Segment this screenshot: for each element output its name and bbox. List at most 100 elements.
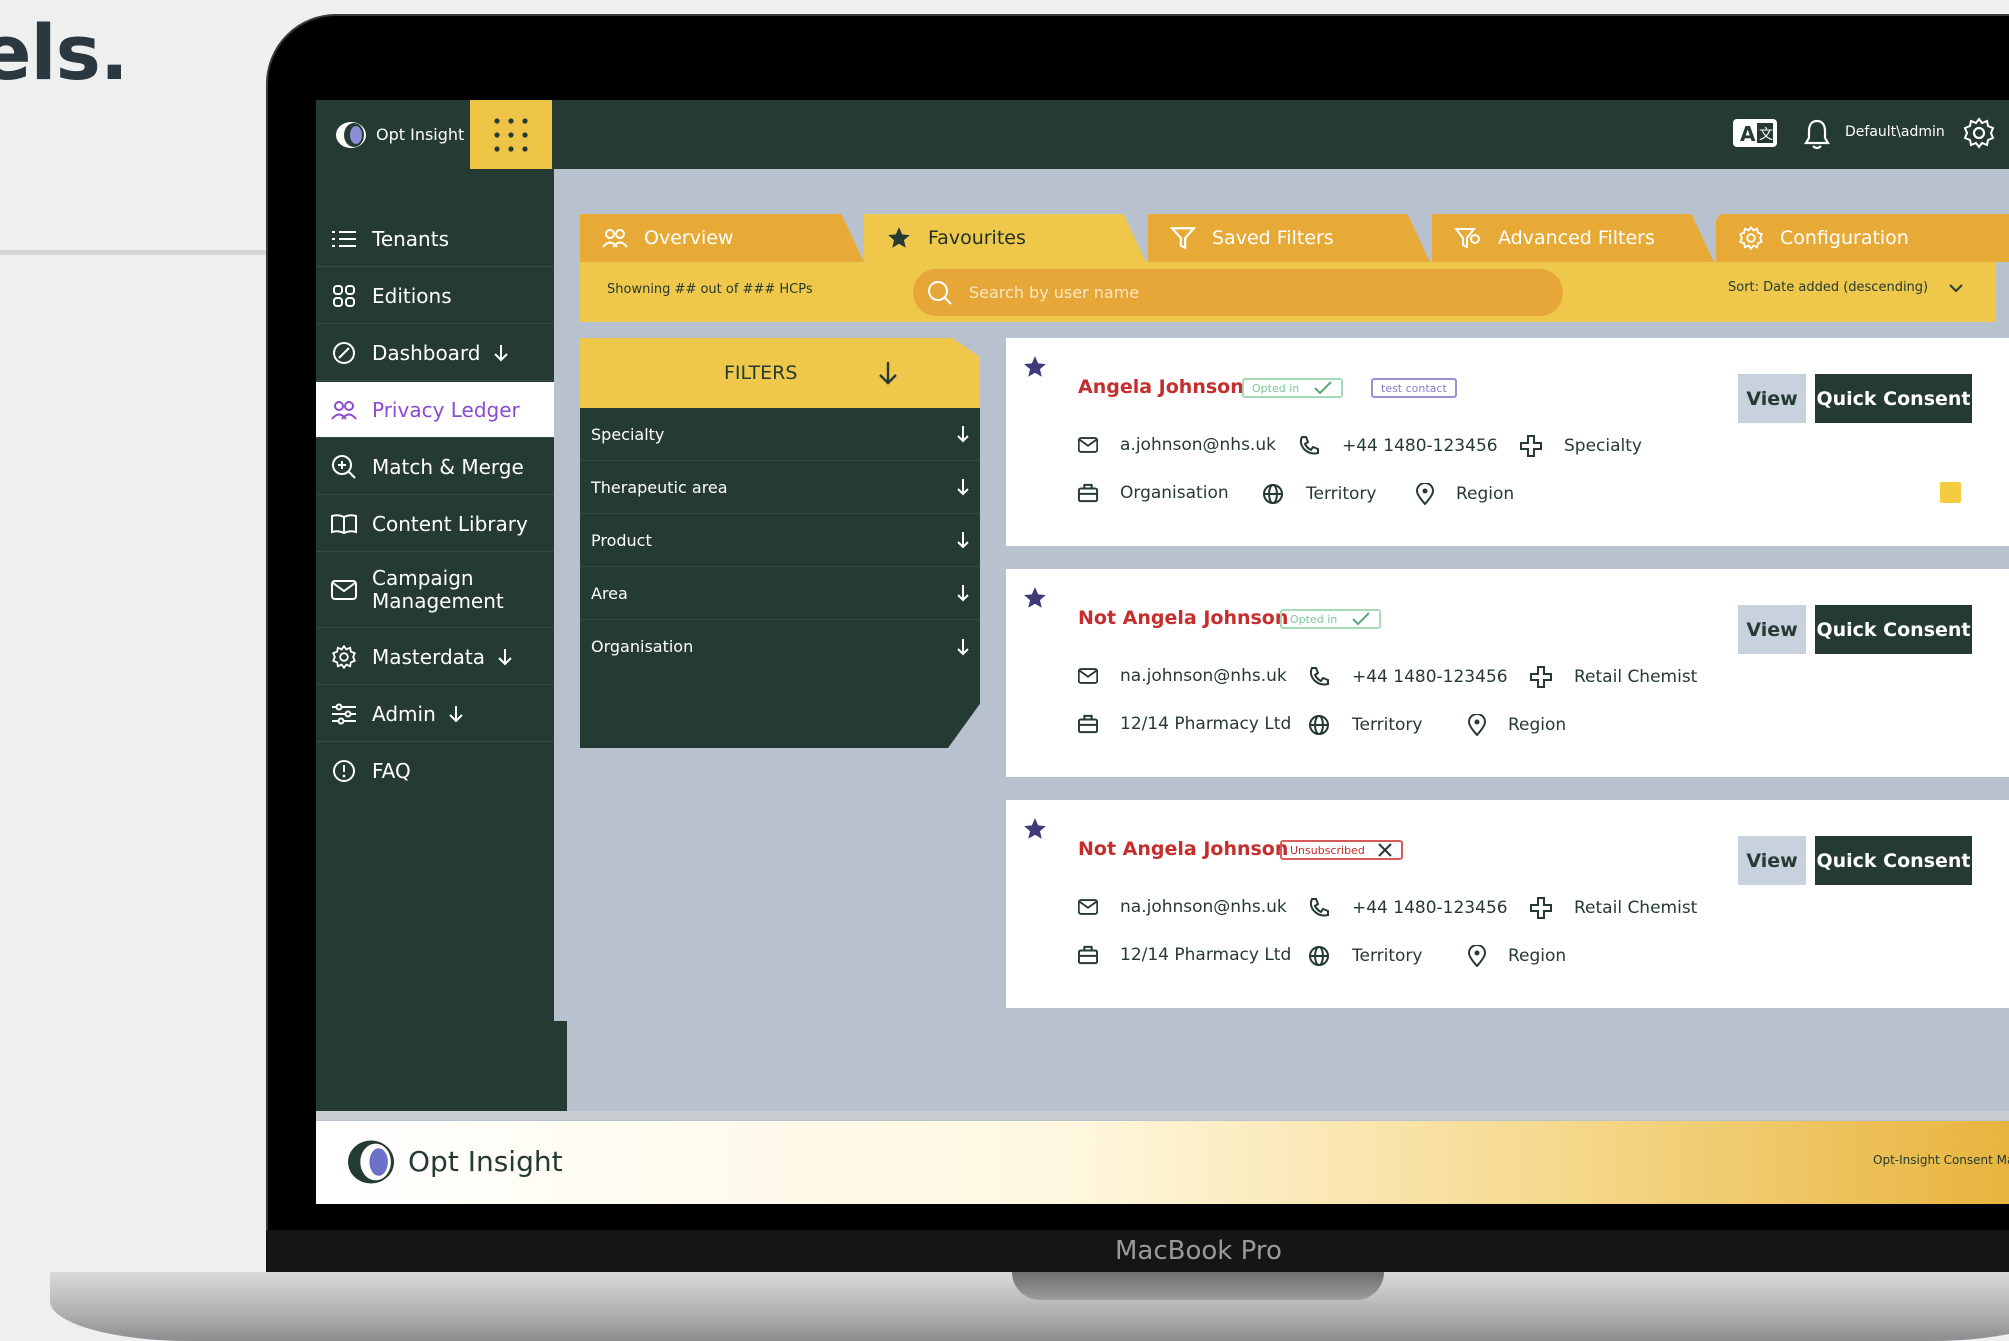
filter-settings-icon <box>1454 228 1480 249</box>
sidebar-item-match-merge[interactable]: Match & Merge <box>316 439 554 495</box>
filters-list: Specialty Therapeutic area Product Area … <box>580 408 980 748</box>
user-name[interactable]: Default\admin <box>1845 124 1945 140</box>
location-pin-icon <box>1416 483 1434 505</box>
app-logo[interactable]: Opt Insight <box>316 100 468 169</box>
app-launcher-button[interactable] <box>470 100 552 169</box>
tag-badge: test contact <box>1371 378 1457 398</box>
filter-label: Product <box>591 530 652 550</box>
contact-card: Angela Johnson Opted in test contact a.j… <box>1006 338 2009 546</box>
dots-grid-icon <box>494 117 528 152</box>
contact-region: Region <box>1468 945 1566 967</box>
sidebar-item-content-library[interactable]: Content Library <box>316 496 554 552</box>
laptop-brand: MacBook Pro <box>1115 1236 1282 1266</box>
sidebar-item-dashboard[interactable]: Dashboard <box>316 325 554 381</box>
app-logo-text: Opt Insight <box>376 125 465 144</box>
filter-organisation[interactable]: Organisation <box>580 620 980 673</box>
top-bar: Opt Insight A 文 Default\admin <box>316 100 2009 169</box>
filter-icon <box>1170 227 1196 250</box>
gauge-icon <box>333 341 355 364</box>
contact-specialty: Specialty <box>1520 435 1642 457</box>
filter-specialty[interactable]: Specialty <box>580 408 980 461</box>
contact-name[interactable]: Angela Johnson <box>1078 376 1244 398</box>
sidebar-item-admin[interactable]: Admin <box>316 686 554 742</box>
gear-icon <box>1739 225 1763 251</box>
contact-phone: +44 1480-123456 <box>1308 666 1508 688</box>
tab-overview[interactable]: Overview <box>580 214 864 262</box>
quick-consent-button[interactable]: Quick Consent <box>1815 605 1972 654</box>
tab-label: Configuration <box>1780 227 1909 249</box>
app-screen: Opt Insight A 文 Default\admin Tenants Ed… <box>316 100 2009 1204</box>
sticky-note-icon[interactable] <box>1940 482 1961 503</box>
filter-label: Area <box>591 583 628 603</box>
filter-therapeutic-area[interactable]: Therapeutic area <box>580 461 980 514</box>
filter-label: Specialty <box>591 424 665 444</box>
sidebar-item-label: Masterdata <box>372 644 485 669</box>
contact-specialty: Retail Chemist <box>1530 897 1697 919</box>
filter-area[interactable]: Area <box>580 567 980 620</box>
sidebar: Tenants Editions Dashboard Privacy Ledge… <box>316 169 554 1021</box>
gear-icon[interactable] <box>1962 116 1996 150</box>
filters-title: FILTERS <box>724 362 798 384</box>
globe-icon <box>1263 484 1283 504</box>
tab-configuration[interactable]: Configuration <box>1716 214 2009 262</box>
contact-organisation: 12/14 Pharmacy Ltd <box>1078 945 1291 965</box>
view-button[interactable]: View <box>1738 374 1806 423</box>
tab-label: Favourites <box>928 227 1026 249</box>
contact-email: a.johnson@nhs.uk <box>1078 435 1276 455</box>
view-button[interactable]: View <box>1738 605 1806 654</box>
opt-insight-logo-icon <box>348 1140 394 1184</box>
footer-brand: Opt Insight <box>408 1145 563 1178</box>
gear-icon <box>332 644 356 669</box>
contact-name[interactable]: Not Angela Johnson <box>1078 607 1288 629</box>
favourite-star-icon[interactable] <box>1022 585 1048 611</box>
tab-advanced-filters[interactable]: Advanced Filters <box>1432 214 1714 262</box>
search-input[interactable]: Search by user name <box>969 283 1139 302</box>
sidebar-item-campaign-management[interactable]: Campaign Management <box>316 553 554 628</box>
favourite-star-icon[interactable] <box>1022 816 1048 842</box>
sidebar-item-label: Content Library <box>372 511 528 536</box>
contact-name[interactable]: Not Angela Johnson <box>1078 838 1288 860</box>
contact-territory: Territory <box>1262 483 1376 505</box>
filters-header[interactable]: FILTERS <box>580 338 980 408</box>
contact-card: Not Angela Johnson Opted in na.johnson@n… <box>1006 569 2009 777</box>
tab-favourites[interactable]: Favourites <box>864 214 1146 262</box>
arrow-down-icon <box>449 705 463 722</box>
filter-product[interactable]: Product <box>580 514 980 567</box>
quick-consent-button[interactable]: Quick Consent <box>1815 836 1972 885</box>
sidebar-item-privacy-ledger[interactable]: Privacy Ledger <box>316 382 554 438</box>
tab-saved-filters[interactable]: Saved Filters <box>1148 214 1430 262</box>
bell-icon[interactable] <box>1803 118 1831 150</box>
sidebar-item-editions[interactable]: Editions <box>316 268 554 324</box>
sidebar-item-label: Editions <box>372 283 452 308</box>
translate-icon[interactable]: A 文 <box>1732 118 1778 148</box>
filter-label: Therapeutic area <box>591 477 728 497</box>
users-icon <box>331 400 357 420</box>
favourite-star-icon[interactable] <box>1022 354 1048 380</box>
contact-card: Not Angela Johnson Unsubscribed na.johns… <box>1006 800 2009 1008</box>
close-icon <box>1378 843 1392 857</box>
sidebar-item-label: Tenants <box>372 226 449 251</box>
zoom-plus-icon <box>332 454 356 479</box>
search-bar[interactable]: Search by user name <box>913 269 1563 316</box>
sidebar-item-masterdata[interactable]: Masterdata <box>316 629 554 685</box>
chevron-down-icon <box>1949 283 1963 292</box>
search-icon <box>928 280 952 305</box>
quick-consent-button[interactable]: Quick Consent <box>1815 374 1972 423</box>
contact-email: na.johnson@nhs.uk <box>1078 897 1287 917</box>
arrow-down-icon <box>957 532 969 549</box>
sidebar-item-tenants[interactable]: Tenants <box>316 211 554 267</box>
status-badge: Opted in <box>1242 378 1344 398</box>
sidebar-item-faq[interactable]: FAQ <box>316 743 554 799</box>
svg-text:文: 文 <box>1759 127 1773 143</box>
sidebar-item-label: Match & Merge <box>372 454 524 479</box>
contact-territory: Territory <box>1308 945 1422 967</box>
location-pin-icon <box>1468 945 1486 967</box>
medical-cross-icon <box>1520 435 1542 457</box>
check-icon <box>1314 381 1332 395</box>
phone-icon <box>1299 436 1319 455</box>
mail-icon <box>1078 899 1098 915</box>
view-button[interactable]: View <box>1738 836 1806 885</box>
sort-dropdown[interactable]: Sort: Date added (descending) <box>1728 280 1964 295</box>
mail-icon <box>1078 437 1098 453</box>
arrow-down-icon <box>493 344 508 361</box>
